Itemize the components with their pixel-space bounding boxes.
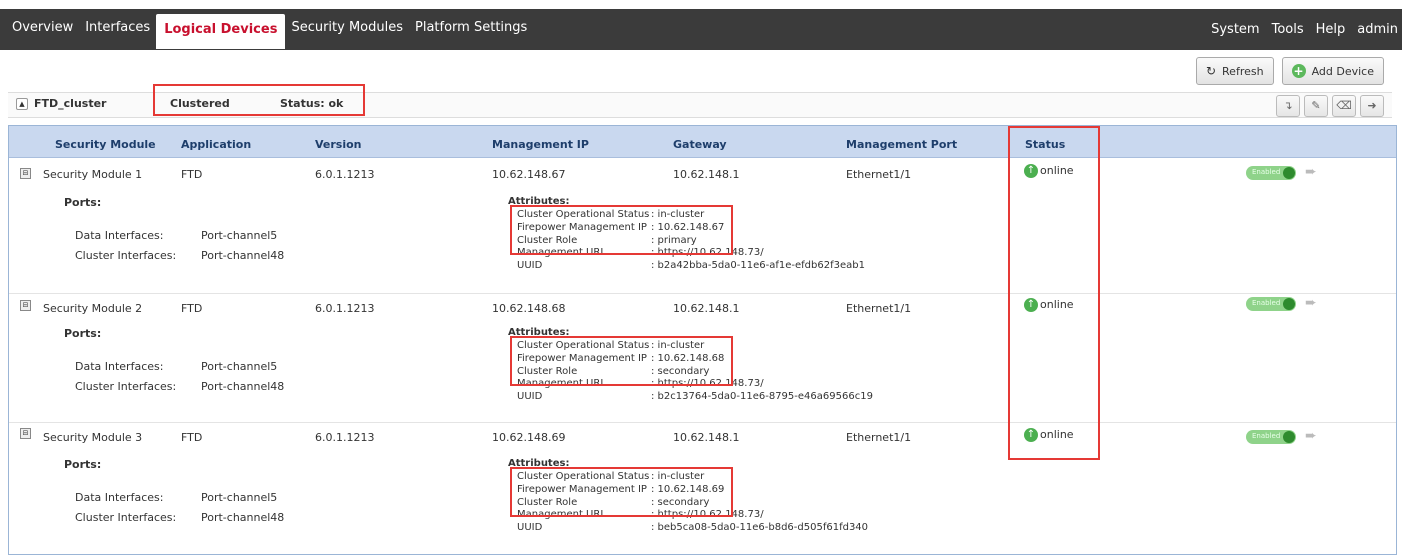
- data-interfaces-value: Port-channel5: [201, 360, 278, 373]
- module-mgmt-port: Ethernet1/1: [846, 431, 912, 444]
- refresh-icon: ↻: [1205, 64, 1217, 78]
- module-gateway: 10.62.148.1: [673, 302, 740, 315]
- highlight-box-attrs-module-2: [510, 336, 733, 386]
- attr-uuid-key: UUID: [517, 260, 543, 271]
- highlight-box-attrs-module-1: [510, 205, 733, 255]
- nav-right-menu: System Tools Help admin: [1199, 9, 1398, 50]
- add-device-label: Add Device: [1311, 64, 1374, 78]
- export-icon[interactable]: ➜: [1360, 95, 1384, 117]
- cluster-interfaces-value: Port-channel48: [201, 249, 285, 262]
- refresh-label: Refresh: [1222, 64, 1264, 78]
- attr-uuid-value: : b2c13764-5da0-11e6-8795-e46a69566c19: [651, 391, 873, 402]
- module-version: 6.0.1.1213: [315, 168, 375, 181]
- module-mgmt-port: Ethernet1/1: [846, 168, 912, 181]
- col-security-module[interactable]: Security Module: [55, 138, 156, 151]
- highlight-box-device-status: [153, 84, 365, 116]
- menu-system[interactable]: System: [1211, 22, 1259, 37]
- refresh-button[interactable]: ↻ Refresh: [1195, 57, 1274, 85]
- module-gateway: 10.62.148.1: [673, 168, 740, 181]
- toolbar: ↻ Refresh + Add Device: [1195, 57, 1384, 85]
- launch-arrow-icon[interactable]: ➨: [1305, 428, 1317, 444]
- cluster-interfaces-label: Cluster Interfaces:: [75, 380, 177, 393]
- launch-arrow-icon[interactable]: ➨: [1305, 164, 1317, 180]
- cluster-interfaces-label: Cluster Interfaces:: [75, 249, 177, 262]
- col-management-port[interactable]: Management Port: [846, 138, 957, 151]
- menu-admin[interactable]: admin: [1357, 22, 1398, 37]
- expand-module-3-button[interactable]: ⊟: [20, 428, 31, 439]
- enable-toggle[interactable]: Enabled: [1246, 430, 1296, 444]
- data-interfaces-label: Data Interfaces:: [75, 360, 164, 373]
- cluster-interfaces-value: Port-channel48: [201, 511, 285, 524]
- module-app: FTD: [181, 302, 203, 315]
- data-interfaces-value: Port-channel5: [201, 491, 278, 504]
- connect-icon[interactable]: ↴: [1276, 95, 1300, 117]
- ports-label: Ports:: [64, 196, 102, 209]
- menu-tools[interactable]: Tools: [1272, 22, 1304, 37]
- module-name: Security Module 3: [43, 431, 143, 444]
- toggle-label: Enabled: [1252, 432, 1281, 440]
- device-actions: ↴ ✎ ⌫ ➜: [1276, 95, 1384, 117]
- toggle-knob: [1283, 298, 1295, 310]
- enable-toggle[interactable]: Enabled: [1246, 297, 1296, 311]
- attr-uuid-value: : beb5ca08-5da0-11e6-b8d6-d505f61fd340: [651, 522, 869, 533]
- cluster-interfaces-value: Port-channel48: [201, 380, 285, 393]
- attr-uuid-key: UUID: [517, 391, 543, 402]
- row-divider: [9, 293, 1396, 294]
- table-header: Security Module Application Version Mana…: [9, 126, 1396, 158]
- attr-uuid-value: : b2a42bba-5da0-11e6-af1e-efdb62f3eab1: [651, 260, 865, 271]
- top-navbar: Overview Interfaces Logical Devices Secu…: [0, 0, 1402, 50]
- toggle-knob: [1283, 431, 1295, 443]
- nav-tabs: Overview Interfaces Logical Devices Secu…: [0, 9, 533, 50]
- module-gateway: 10.62.148.1: [673, 431, 740, 444]
- tab-platform-settings[interactable]: Platform Settings: [409, 9, 533, 50]
- add-icon: +: [1291, 64, 1306, 78]
- module-name: Security Module 1: [43, 168, 143, 181]
- tab-security-modules[interactable]: Security Modules: [285, 9, 409, 50]
- collapse-device-button[interactable]: ▲: [16, 98, 28, 110]
- add-device-button[interactable]: + Add Device: [1281, 57, 1384, 85]
- menu-help[interactable]: Help: [1316, 22, 1346, 37]
- device-name: FTD_cluster: [34, 97, 107, 110]
- ports-label: Ports:: [64, 458, 102, 471]
- col-gateway[interactable]: Gateway: [673, 138, 727, 151]
- col-application[interactable]: Application: [181, 138, 251, 151]
- expand-module-2-button[interactable]: ⊟: [20, 300, 31, 311]
- toggle-knob: [1283, 167, 1295, 179]
- data-interfaces-value: Port-channel5: [201, 229, 278, 242]
- attr-uuid-key: UUID: [517, 522, 543, 533]
- module-mgmt-ip: 10.62.148.68: [492, 302, 566, 315]
- ports-label: Ports:: [64, 327, 102, 340]
- col-version[interactable]: Version: [315, 138, 362, 151]
- module-name: Security Module 2: [43, 302, 143, 315]
- module-mgmt-ip: 10.62.148.67: [492, 168, 566, 181]
- data-interfaces-label: Data Interfaces:: [75, 229, 164, 242]
- tab-logical-devices[interactable]: Logical Devices: [156, 13, 286, 49]
- toggle-label: Enabled: [1252, 299, 1281, 307]
- module-mgmt-ip: 10.62.148.69: [492, 431, 566, 444]
- module-app: FTD: [181, 431, 203, 444]
- module-version: 6.0.1.1213: [315, 302, 375, 315]
- row-divider: [9, 422, 1396, 423]
- tab-overview[interactable]: Overview: [0, 9, 79, 50]
- highlight-box-status-column: [1008, 126, 1100, 460]
- cluster-interfaces-label: Cluster Interfaces:: [75, 511, 177, 524]
- launch-arrow-icon[interactable]: ➨: [1305, 295, 1317, 311]
- col-management-ip[interactable]: Management IP: [492, 138, 589, 151]
- top-strip: [0, 0, 1402, 9]
- toggle-label: Enabled: [1252, 168, 1281, 176]
- module-version: 6.0.1.1213: [315, 431, 375, 444]
- data-interfaces-label: Data Interfaces:: [75, 491, 164, 504]
- delete-icon[interactable]: ⌫: [1332, 95, 1356, 117]
- module-app: FTD: [181, 168, 203, 181]
- tab-interfaces[interactable]: Interfaces: [79, 9, 156, 50]
- enable-toggle[interactable]: Enabled: [1246, 166, 1296, 180]
- edit-icon[interactable]: ✎: [1304, 95, 1328, 117]
- highlight-box-attrs-module-3: [510, 467, 733, 517]
- expand-module-1-button[interactable]: ⊟: [20, 168, 31, 179]
- module-mgmt-port: Ethernet1/1: [846, 302, 912, 315]
